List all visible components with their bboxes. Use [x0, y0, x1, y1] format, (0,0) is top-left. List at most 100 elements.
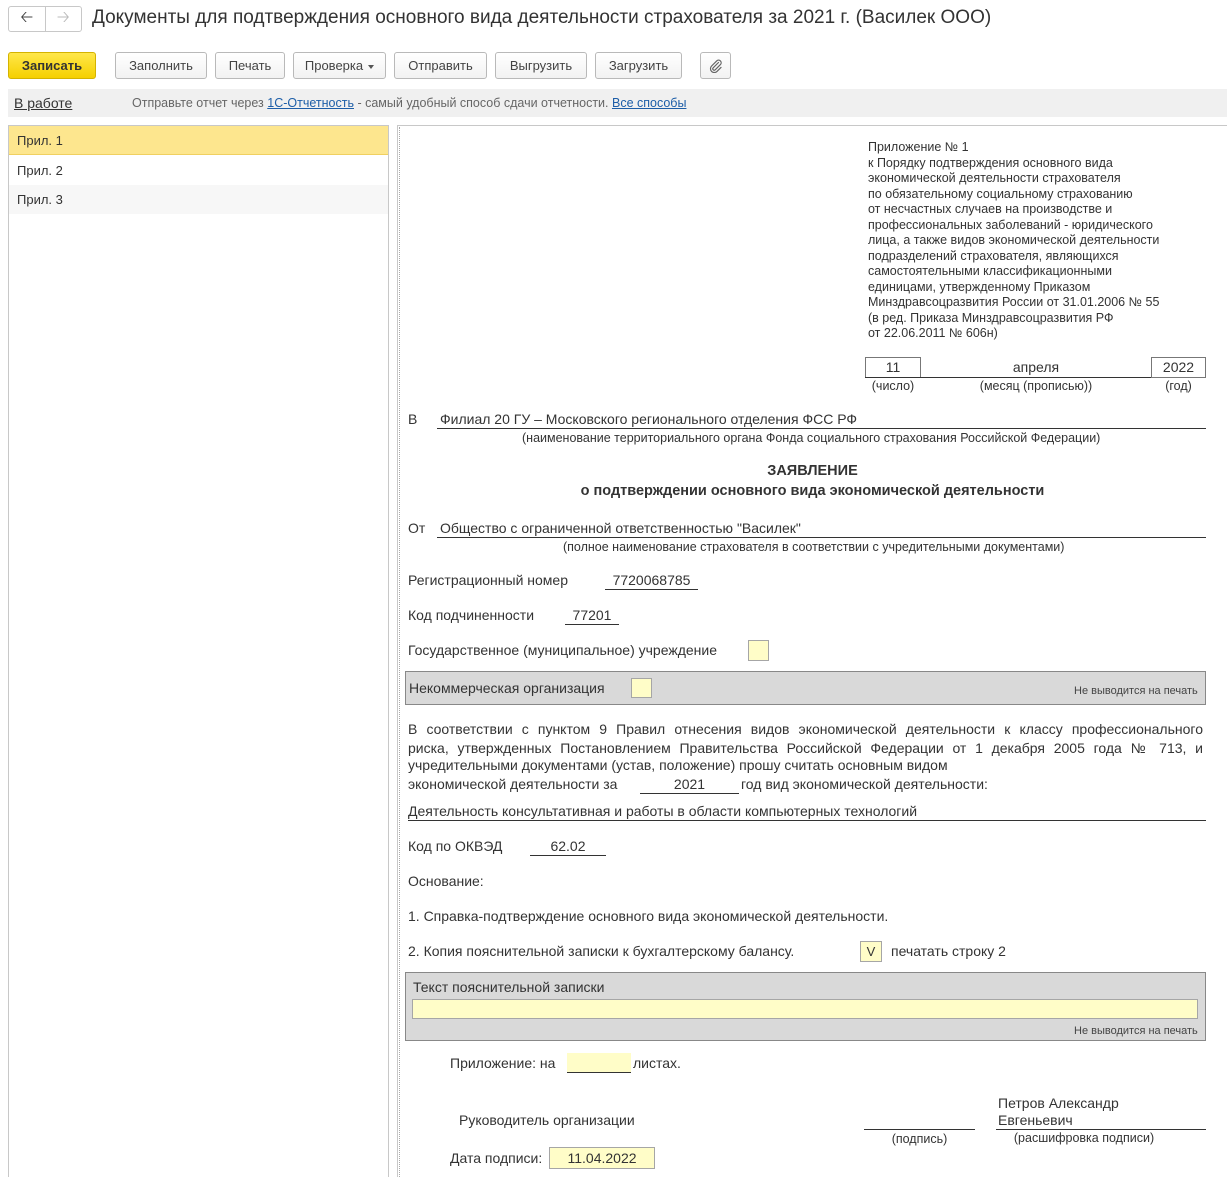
- from-field[interactable]: Общество с ограниченной ответственностью…: [440, 520, 801, 536]
- import-button[interactable]: Загрузить: [595, 52, 682, 79]
- appendix-line: единицами, утвержденному Приказом: [868, 279, 1091, 294]
- paragraph-line-1: В соответствии с пунктом 9 Правил отнесе…: [408, 721, 1203, 737]
- date-month-caption: (месяц (прописью)): [979, 379, 1093, 393]
- signature-underline: [864, 1129, 975, 1130]
- note-label: Текст пояснительной записки: [413, 979, 605, 995]
- activity-field[interactable]: Деятельность консультативная и работы в …: [408, 803, 917, 819]
- date-day-field[interactable]: 11: [865, 357, 921, 378]
- to-field[interactable]: Филиал 20 ГУ – Московского регионального…: [440, 411, 857, 427]
- head-name-line-1[interactable]: Петров Александр: [998, 1095, 1119, 1111]
- appendix-line: Приложение № 1: [868, 140, 969, 154]
- to-underline: [437, 428, 1206, 429]
- send-button[interactable]: Отправить: [394, 52, 487, 79]
- paragraph-line-3: учредительными документами (устав, полож…: [408, 757, 948, 773]
- navigation-buttons: 🡠 🡢: [8, 6, 82, 32]
- chevron-down-icon: [368, 64, 375, 69]
- paragraph-line-4: экономической деятельности за: [408, 776, 618, 792]
- date-month-field[interactable]: апреля: [922, 359, 1150, 375]
- info-text-middle: - самый удобный способ сдачи отчетности.: [353, 96, 612, 110]
- paperclip-icon: [709, 59, 722, 73]
- section-item-2[interactable]: Прил. 2: [9, 156, 388, 185]
- appendix-line: экономической деятельности страхователя: [868, 171, 1121, 185]
- not-printed-note-2: Не выводится на печать: [1074, 1025, 1198, 1037]
- section-item-3[interactable]: Прил. 3: [9, 185, 388, 214]
- date-year-caption: (год): [1165, 379, 1192, 393]
- forward-button[interactable]: 🡢: [44, 7, 82, 31]
- appendix-line: по обязательному социальному страхованию: [868, 186, 1133, 201]
- head-label: Руководитель организации: [459, 1112, 635, 1128]
- name-caption: (расшифровка подписи): [1013, 1131, 1155, 1145]
- section-item-1[interactable]: Прил. 1: [9, 126, 388, 155]
- appendix-line: Минздравсоцразвития России от 31.01.2006…: [868, 295, 1160, 309]
- to-label: В: [408, 411, 418, 427]
- paragraph-line-4b: год вид экономической деятельности:: [741, 776, 988, 792]
- state-institution-label: Государственное (муниципальное) учрежден…: [408, 642, 717, 658]
- reg-number-field[interactable]: 7720068785: [605, 572, 698, 588]
- attach-button[interactable]: [700, 52, 731, 79]
- signature-caption: (подпись): [891, 1132, 948, 1146]
- to-caption: (наименование территориального органа Фо…: [522, 431, 1101, 445]
- activity-underline: [408, 820, 1206, 821]
- export-button[interactable]: Выгрузить: [495, 52, 587, 79]
- document-border: [399, 127, 400, 1177]
- reg-number-label: Регистрационный номер: [408, 572, 568, 588]
- fill-button[interactable]: Заполнить: [115, 52, 207, 79]
- subordination-code-field[interactable]: 77201: [565, 607, 619, 623]
- okved-label: Код по ОКВЭД: [408, 838, 503, 854]
- activity-year-underline: [640, 793, 739, 794]
- appendix-line: к Порядку подтверждения основного вида: [868, 155, 1113, 170]
- basis-label: Основание:: [408, 873, 484, 889]
- back-button[interactable]: 🡠: [9, 7, 45, 31]
- attachment-sheets-field[interactable]: [567, 1053, 631, 1073]
- appendix-line: от 22.06.2011 № 606н): [868, 326, 998, 340]
- sign-date-field[interactable]: 11.04.2022: [549, 1147, 655, 1169]
- sections-panel: Прил. 1 Прил. 2 Прил. 3: [8, 125, 389, 1177]
- attachment-label: Приложение: на: [450, 1055, 556, 1071]
- print-button[interactable]: Печать: [215, 52, 285, 79]
- appendix-line: лица, а также видов экономической деятел…: [868, 233, 1160, 247]
- appendix-header: Приложение № 1 к Порядку подтверждения о…: [868, 140, 1198, 342]
- appendix-line: подразделений страхователя, являющихся: [868, 248, 1119, 263]
- okved-field[interactable]: 62.02: [530, 838, 606, 854]
- from-label: От: [408, 520, 426, 536]
- okved-underline: [530, 855, 606, 856]
- appendix-line: самостоятельными классификационными: [868, 264, 1112, 278]
- basis-item-2: 2. Копия пояснительной записки к бухгалт…: [408, 943, 795, 959]
- check-button[interactable]: Проверка: [293, 52, 386, 79]
- note-input[interactable]: [412, 999, 1198, 1019]
- arrow-right-icon: 🡢: [56, 8, 70, 26]
- date-day-caption: (число): [871, 379, 915, 393]
- arrow-left-icon: 🡠: [20, 8, 34, 26]
- print-row2-checkbox[interactable]: V: [860, 941, 882, 962]
- from-caption: (полное наименование страхователя в соот…: [563, 540, 1065, 554]
- basis-item-1: 1. Справка-подтверждение основного вида …: [408, 908, 889, 924]
- activity-year-field[interactable]: 2021: [640, 776, 739, 792]
- nonprofit-checkbox[interactable]: [631, 678, 652, 698]
- name-underline: [996, 1129, 1206, 1130]
- window-title: Документы для подтверждения основного ви…: [92, 7, 992, 28]
- save-button[interactable]: Записать: [8, 52, 96, 79]
- status-link[interactable]: В работе: [14, 95, 72, 111]
- all-methods-link[interactable]: Все способы: [612, 96, 686, 110]
- appendix-line: (в ред. Приказа Минздравсоцразвития РФ: [868, 310, 1114, 325]
- print-row2-label: печатать строку 2: [891, 943, 1006, 959]
- 1c-reporting-link[interactable]: 1С-Отчетность: [267, 96, 354, 110]
- subordination-code-underline: [565, 624, 619, 625]
- sign-date-label: Дата подписи:: [450, 1150, 543, 1166]
- info-text: Отправьте отчет через 1С-Отчетность - са…: [132, 96, 686, 110]
- state-institution-checkbox[interactable]: [748, 640, 769, 661]
- statement-subtitle: о подтверждении основного вида экономиче…: [580, 483, 1045, 499]
- reg-number-underline: [605, 589, 698, 590]
- date-year-field[interactable]: 2022: [1151, 357, 1206, 378]
- statement-title: ЗАЯВЛЕНИЕ: [767, 463, 858, 479]
- appendix-line: от несчастных случаев на производстве и: [868, 202, 1113, 216]
- attachment-sheets-label: листах.: [633, 1055, 681, 1071]
- nonprofit-label: Некоммерческая организация: [409, 680, 605, 696]
- appendix-line: профессиональных заболеваний - юридическ…: [868, 217, 1153, 232]
- head-name-line-2[interactable]: Евгеньевич: [998, 1112, 1073, 1128]
- subordination-code-label: Код подчиненности: [408, 607, 535, 623]
- info-text-before: Отправьте отчет через: [132, 96, 268, 110]
- check-button-label: Проверка: [304, 58, 364, 73]
- from-underline: [437, 537, 1206, 538]
- paragraph-line-2: риска, утвержденных Постановлением Прави…: [408, 740, 1203, 756]
